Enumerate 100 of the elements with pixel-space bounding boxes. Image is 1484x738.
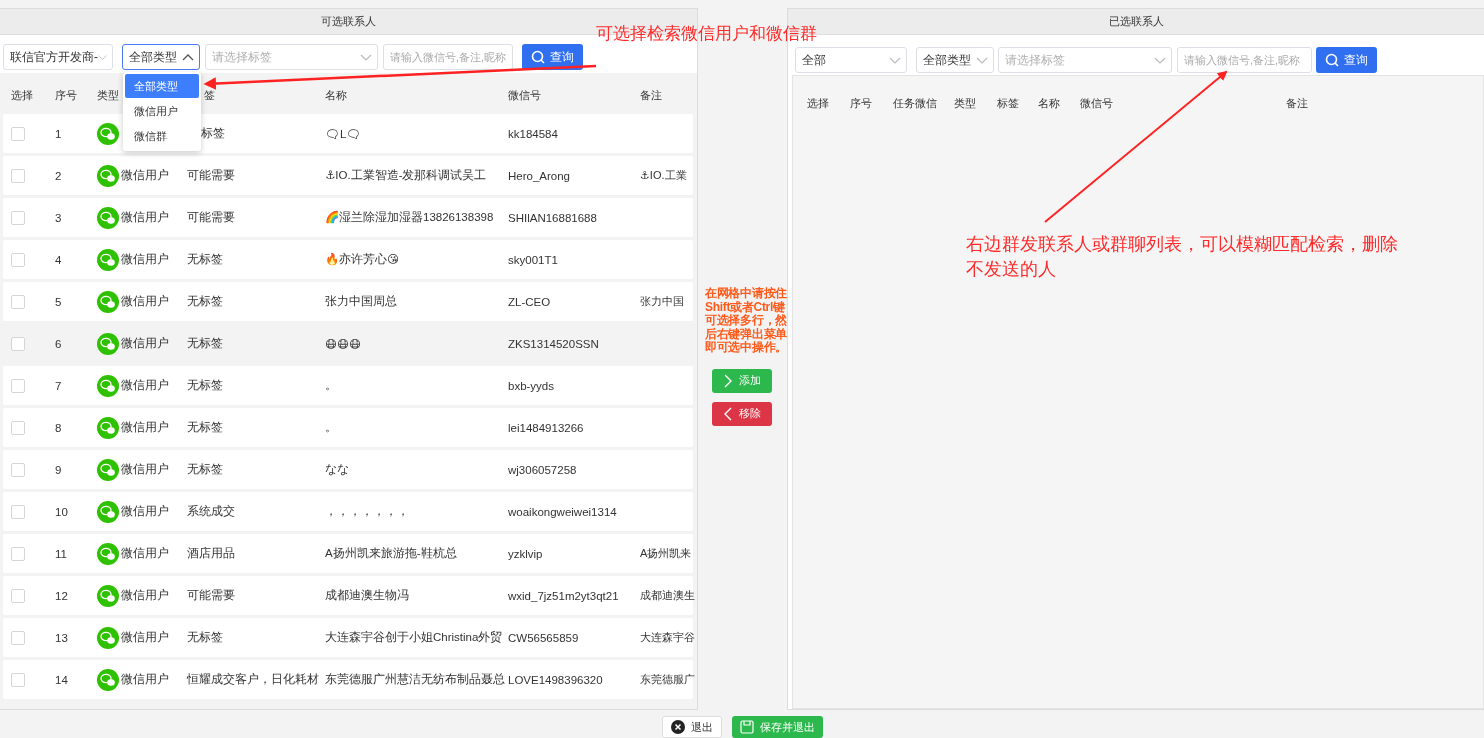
table-cell: woaikongweiwei1314 — [508, 505, 617, 518]
table-cell: Hero_Arong — [508, 169, 570, 182]
table-row[interactable]: 4 微信用户 无标签 🔥亦许芳心😘 sky001T1 — [3, 240, 693, 279]
column-header: 微信号 — [1080, 97, 1113, 109]
table-cell: 可能需要 — [187, 211, 235, 223]
column-header: 名称 — [1038, 97, 1060, 109]
table-cell: sky001T1 — [508, 253, 558, 266]
chevron-left-icon — [723, 406, 733, 421]
table-cell: 9 — [55, 463, 62, 476]
checkbox[interactable] — [11, 462, 25, 477]
table-cell: 成都迪澳生 — [640, 589, 695, 601]
checkbox[interactable] — [11, 168, 25, 183]
column-header: 任务微信 — [893, 97, 937, 109]
panel-title: 已选联系人 — [1108, 14, 1164, 29]
column-header: 标签 — [997, 97, 1019, 109]
exit-button[interactable]: 退出 — [661, 716, 722, 738]
save-icon — [739, 720, 754, 734]
table-cell: ⚓IO.工業智造-发那科调试吴工 — [325, 169, 487, 181]
table-cell: 张力中国周总 — [325, 295, 397, 307]
table-row[interactable]: 7 微信用户 无标签 。 bxb-yyds — [3, 366, 693, 405]
table-row[interactable]: 10 微信用户 系统成交 ，，，，，，， woaikongweiwei1314 — [3, 492, 693, 531]
checkbox[interactable] — [11, 588, 25, 603]
table-cell: 无标签 — [187, 337, 223, 349]
checkbox[interactable] — [11, 336, 25, 351]
checkbox[interactable] — [11, 420, 25, 435]
table-cell: なな — [325, 463, 349, 475]
table-cell: 微信用户 — [121, 210, 169, 225]
table-cell: 微信用户 — [121, 672, 169, 687]
table-row[interactable]: 9 微信用户 无标签 なな wj306057258 — [3, 450, 693, 489]
column-header: 选择 — [11, 88, 33, 101]
table-cell: 张力中国 — [640, 295, 684, 307]
checkbox[interactable] — [11, 294, 25, 309]
chat-bubbles-icon — [97, 458, 119, 481]
table-cell: 微信用户 — [121, 168, 169, 183]
table-cell: 3 — [55, 211, 62, 224]
table-cell: 8 — [55, 421, 62, 434]
chat-bubbles-icon — [97, 500, 119, 523]
search-button[interactable]: 查询 — [522, 44, 583, 70]
chat-bubbles-icon — [97, 584, 119, 607]
checkbox[interactable] — [11, 504, 25, 519]
table-cell: 4 — [55, 253, 62, 266]
table-cell: 🌈湿兰除湿加湿器13826138398 — [325, 211, 494, 223]
annotation-text: 可选择检索微信用户和微信群 — [596, 22, 817, 45]
table-cell: 无标签 — [187, 631, 223, 643]
table-cell: 大连森宇谷创于小姐Christina外贸 — [325, 631, 503, 643]
hint-text: 在网格中请按住Shift或者Ctrl键可选择多行，然后右键弹出菜单即可选中操作。 — [705, 287, 787, 355]
table-cell: 无标签 — [187, 379, 223, 391]
checkbox[interactable] — [11, 126, 25, 141]
column-header: 序号 — [55, 88, 77, 101]
table-cell: A扬州凯来 — [640, 547, 692, 559]
checkbox[interactable] — [11, 672, 25, 687]
checkbox[interactable] — [11, 210, 25, 225]
table-row[interactable]: 12 微信用户 可能需要 成都迪澳生物冯 wxid_7jz51m2yt3qt21 成都迪澳生 — [3, 576, 693, 615]
table-row[interactable]: 11 微信用户 酒店用品 A扬州凯来旅游拖-鞋杭总 yzklvip A扬州凯来 — [3, 534, 693, 573]
table-cell: 12 — [55, 589, 68, 602]
checkbox[interactable] — [11, 378, 25, 393]
table-cell: 系统成交 — [187, 505, 235, 517]
table-cell: 微信用户 — [121, 462, 169, 477]
table-cell: wj306057258 — [508, 463, 577, 476]
table-row[interactable]: 8 微信用户 无标签 。 lei1484913266 — [3, 408, 693, 447]
table-cell: 13 — [55, 631, 68, 644]
table-cell: 。 — [325, 379, 337, 391]
table-row[interactable]: 3 微信用户 可能需要 🌈湿兰除湿加湿器13826138398 SHIlAN16881688 — [3, 198, 693, 237]
table-cell-text: 标签 — [200, 127, 225, 139]
table-cell: 微信用户 — [121, 252, 169, 267]
checkbox[interactable] — [11, 546, 25, 561]
remove-button[interactable]: 移除 — [712, 401, 772, 426]
column-header: 类型 — [954, 97, 976, 109]
table-row[interactable]: 2 微信用户 可能需要 ⚓IO.工業智造-发那科调试吴工 Hero_Arong ⚓IO.工業 — [3, 156, 693, 195]
account-select[interactable]: 联信官方开发商- — [3, 44, 113, 70]
table-cell: 无标签 — [187, 253, 223, 265]
chat-bubbles-icon — [97, 374, 119, 397]
table-cell: A扬州凯来旅游拖-鞋杭总 — [325, 547, 457, 559]
search-field[interactable]: 请输入微信号,备注,昵称 — [383, 44, 513, 70]
table-cell: 微信用户 — [121, 420, 169, 435]
table-row[interactable]: 14 微信用户 恒耀成交客户，日化耗材 东莞德服广州慧洁无纺布制品聂总 LOVE1498396320 东莞德服广 — [3, 660, 693, 699]
checkbox[interactable] — [11, 252, 25, 267]
chat-bubbles-icon — [97, 668, 119, 691]
table-row[interactable]: 13 微信用户 无标签 大连森宇谷创于小姐Christina外贸 CW56565859 大连森宇谷 — [3, 618, 693, 657]
account-select[interactable]: 全部 — [795, 47, 907, 73]
table-cell: 可能需要 — [187, 169, 235, 181]
table-cell: 无标签 — [187, 421, 223, 433]
checkbox[interactable] — [11, 630, 25, 645]
chat-bubbles-icon — [97, 416, 119, 439]
chat-bubbles-icon — [97, 248, 119, 271]
search-field[interactable]: 请输入微信号,备注,昵称 — [1177, 47, 1312, 73]
dropdown-option[interactable]: 全部类型 — [125, 74, 199, 98]
table-cell: LOVE1498396320 — [508, 673, 603, 686]
search-icon — [531, 50, 545, 64]
table-cell: 微信用户 — [121, 588, 169, 603]
column-header: 序号 — [850, 97, 872, 109]
column-header: 选择 — [807, 97, 829, 109]
table-cell: 无标签 — [187, 463, 223, 475]
chat-bubbles-icon — [97, 122, 119, 145]
table-row[interactable]: 5 微信用户 无标签 张力中国周总 ZL-CEO 张力中国 — [3, 282, 693, 321]
dropdown-option[interactable]: 微信群 — [125, 124, 199, 148]
table-cell: 🔥亦许芳心😘 — [325, 253, 399, 265]
search-button[interactable]: 查询 — [1316, 47, 1377, 73]
type-select[interactable]: 全部类型 — [916, 47, 994, 73]
table-cell: 14 — [55, 673, 68, 686]
